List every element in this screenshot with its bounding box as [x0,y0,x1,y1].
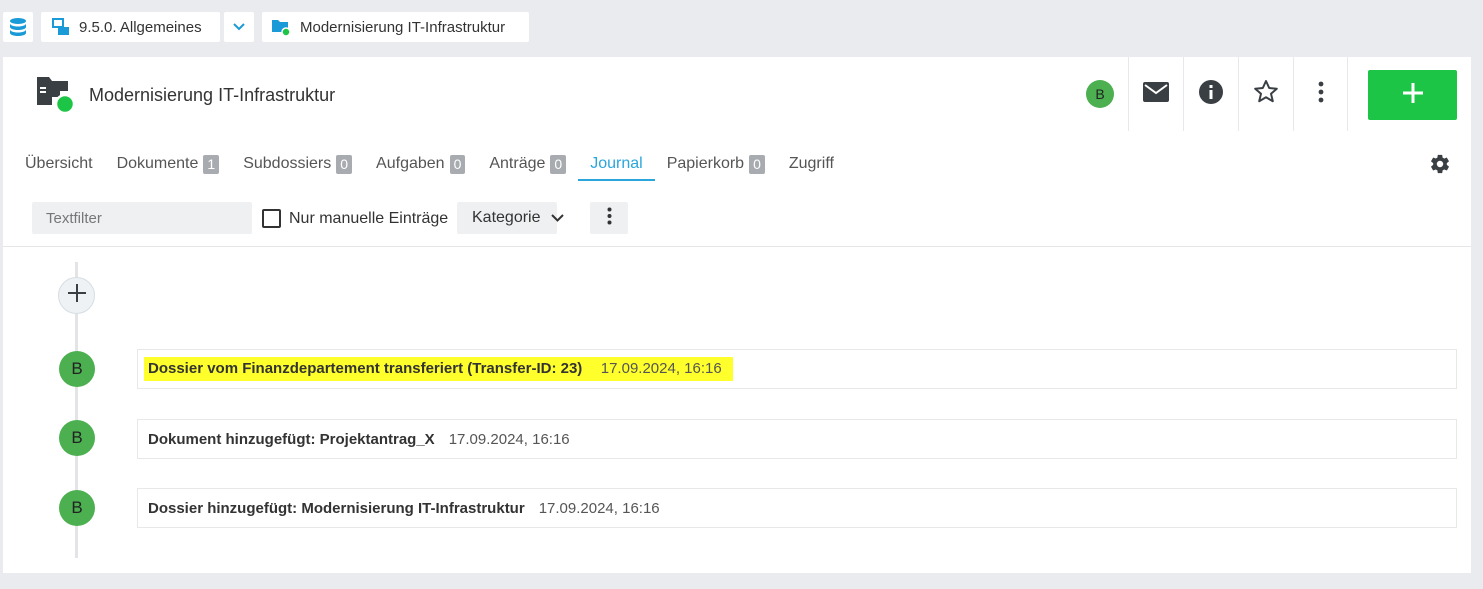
tab-bar: Übersicht Dokumente 1 Subdossiers 0 Aufgab… [13,147,846,181]
journal-entry[interactable]: Dossier vom Finanzdepartement transferie… [137,349,1457,389]
journal-entry[interactable]: Dossier hinzugefügt: Modernisierung IT-I… [137,488,1457,528]
more-vertical-icon [607,207,612,230]
info-button[interactable] [1183,57,1238,131]
journal-entry[interactable]: Dokument hinzugefügt: Projektantrag_X 17… [137,419,1457,459]
manual-entries-checkbox[interactable] [262,209,281,228]
journal-entry-title: Dossier hinzugefügt: Modernisierung IT-I… [148,499,525,517]
chevron-down-icon [541,209,564,227]
avatar: B [59,420,95,456]
tab-label: Übersicht [25,155,93,172]
dossier-open-icon [36,75,76,120]
tab-label: Journal [590,155,643,172]
user-avatar-button[interactable]: B [1048,57,1128,131]
avatar: B [59,490,95,526]
tab-trash[interactable]: Papierkorb 0 [655,147,777,181]
plus-icon [67,284,86,307]
add-button[interactable] [1368,70,1457,120]
tab-label: Papierkorb [666,155,745,172]
more-actions-button[interactable] [1293,57,1348,131]
tab-count-badge: 0 [336,154,353,174]
journal-entry-title: Dossier vom Finanzdepartement transferie… [148,360,583,377]
breadcrumb-label: 9.5.0. Allgemeines [79,18,202,36]
highlight-marker: Dossier vom Finanzdepartement transferie… [144,357,733,381]
plus-icon [1402,82,1423,108]
dossier-header: Modernisierung IT-Infrastruktur B [3,57,1471,131]
journal-entry-date: 17.09.2024, 16:16 [448,430,570,448]
tab-label: Subdossiers [243,155,332,172]
info-icon [1198,79,1224,110]
star-icon [1253,79,1279,110]
tab-subdossiers[interactable]: Subdossiers 0 [231,147,364,181]
tab-label: Dokumente [116,155,199,172]
tab-count-badge: 0 [449,154,466,174]
tab-proposals[interactable]: Anträge 0 [477,147,578,181]
repository-root-crumb[interactable] [3,12,33,42]
envelope-icon [1143,81,1169,107]
breadcrumb-dossier[interactable]: Modernisierung IT-Infrastruktur [262,12,529,42]
tab-count-badge: 0 [749,154,765,174]
dossier-panel: Modernisierung IT-Infrastruktur B Übersi… [3,57,1471,573]
breadcrumb-repository-folder[interactable]: 9.5.0. Allgemeines [41,12,220,42]
gear-icon [1429,154,1451,179]
category-label: Kategorie [472,209,541,226]
journal-entry-title: Dokument hinzugefügt: Projektantrag_X [148,430,435,448]
tab-label: Anträge [489,155,546,172]
journal-entry-date: 17.09.2024, 16:16 [600,360,722,377]
header-actions: B [1048,57,1348,131]
category-dropdown[interactable]: Kategorie [457,202,564,234]
page-title: Modernisierung IT-Infrastruktur [89,85,336,105]
tab-count-badge: 1 [203,154,220,174]
tab-journal[interactable]: Journal [578,147,656,181]
text-filter-input[interactable] [32,202,252,234]
journal-entry-date: 17.09.2024, 16:16 [538,499,660,517]
avatar: B [1086,80,1114,108]
breadcrumb-label: Modernisierung IT-Infrastruktur [300,18,506,36]
manual-entries-label: Nur manuelle Einträge [289,209,449,227]
tab-documents[interactable]: Dokumente 1 [105,147,232,181]
tab-label: Aufgaben [376,155,445,172]
repository-folder-icon [52,18,70,36]
avatar: B [59,351,95,387]
add-journal-entry-button[interactable] [58,277,95,314]
dossier-open-icon [271,17,291,37]
divider [3,246,1471,247]
tab-tasks[interactable]: Aufgaben 0 [364,147,477,181]
more-vertical-icon [1318,81,1324,108]
filter-more-button[interactable] [590,202,628,234]
database-icon [9,17,27,37]
tab-access[interactable]: Zugriff [777,147,846,181]
manual-entries-filter[interactable]: Nur manuelle Einträge [262,209,448,228]
tab-count-badge: 0 [550,154,567,174]
mail-button[interactable] [1128,57,1183,131]
tab-label: Zugriff [788,155,834,172]
breadcrumb-dropdown-button[interactable] [224,12,254,42]
chevron-down-icon [233,23,245,31]
settings-button[interactable] [1429,153,1451,180]
favorite-button[interactable] [1238,57,1293,131]
tab-overview[interactable]: Übersicht [13,147,105,181]
